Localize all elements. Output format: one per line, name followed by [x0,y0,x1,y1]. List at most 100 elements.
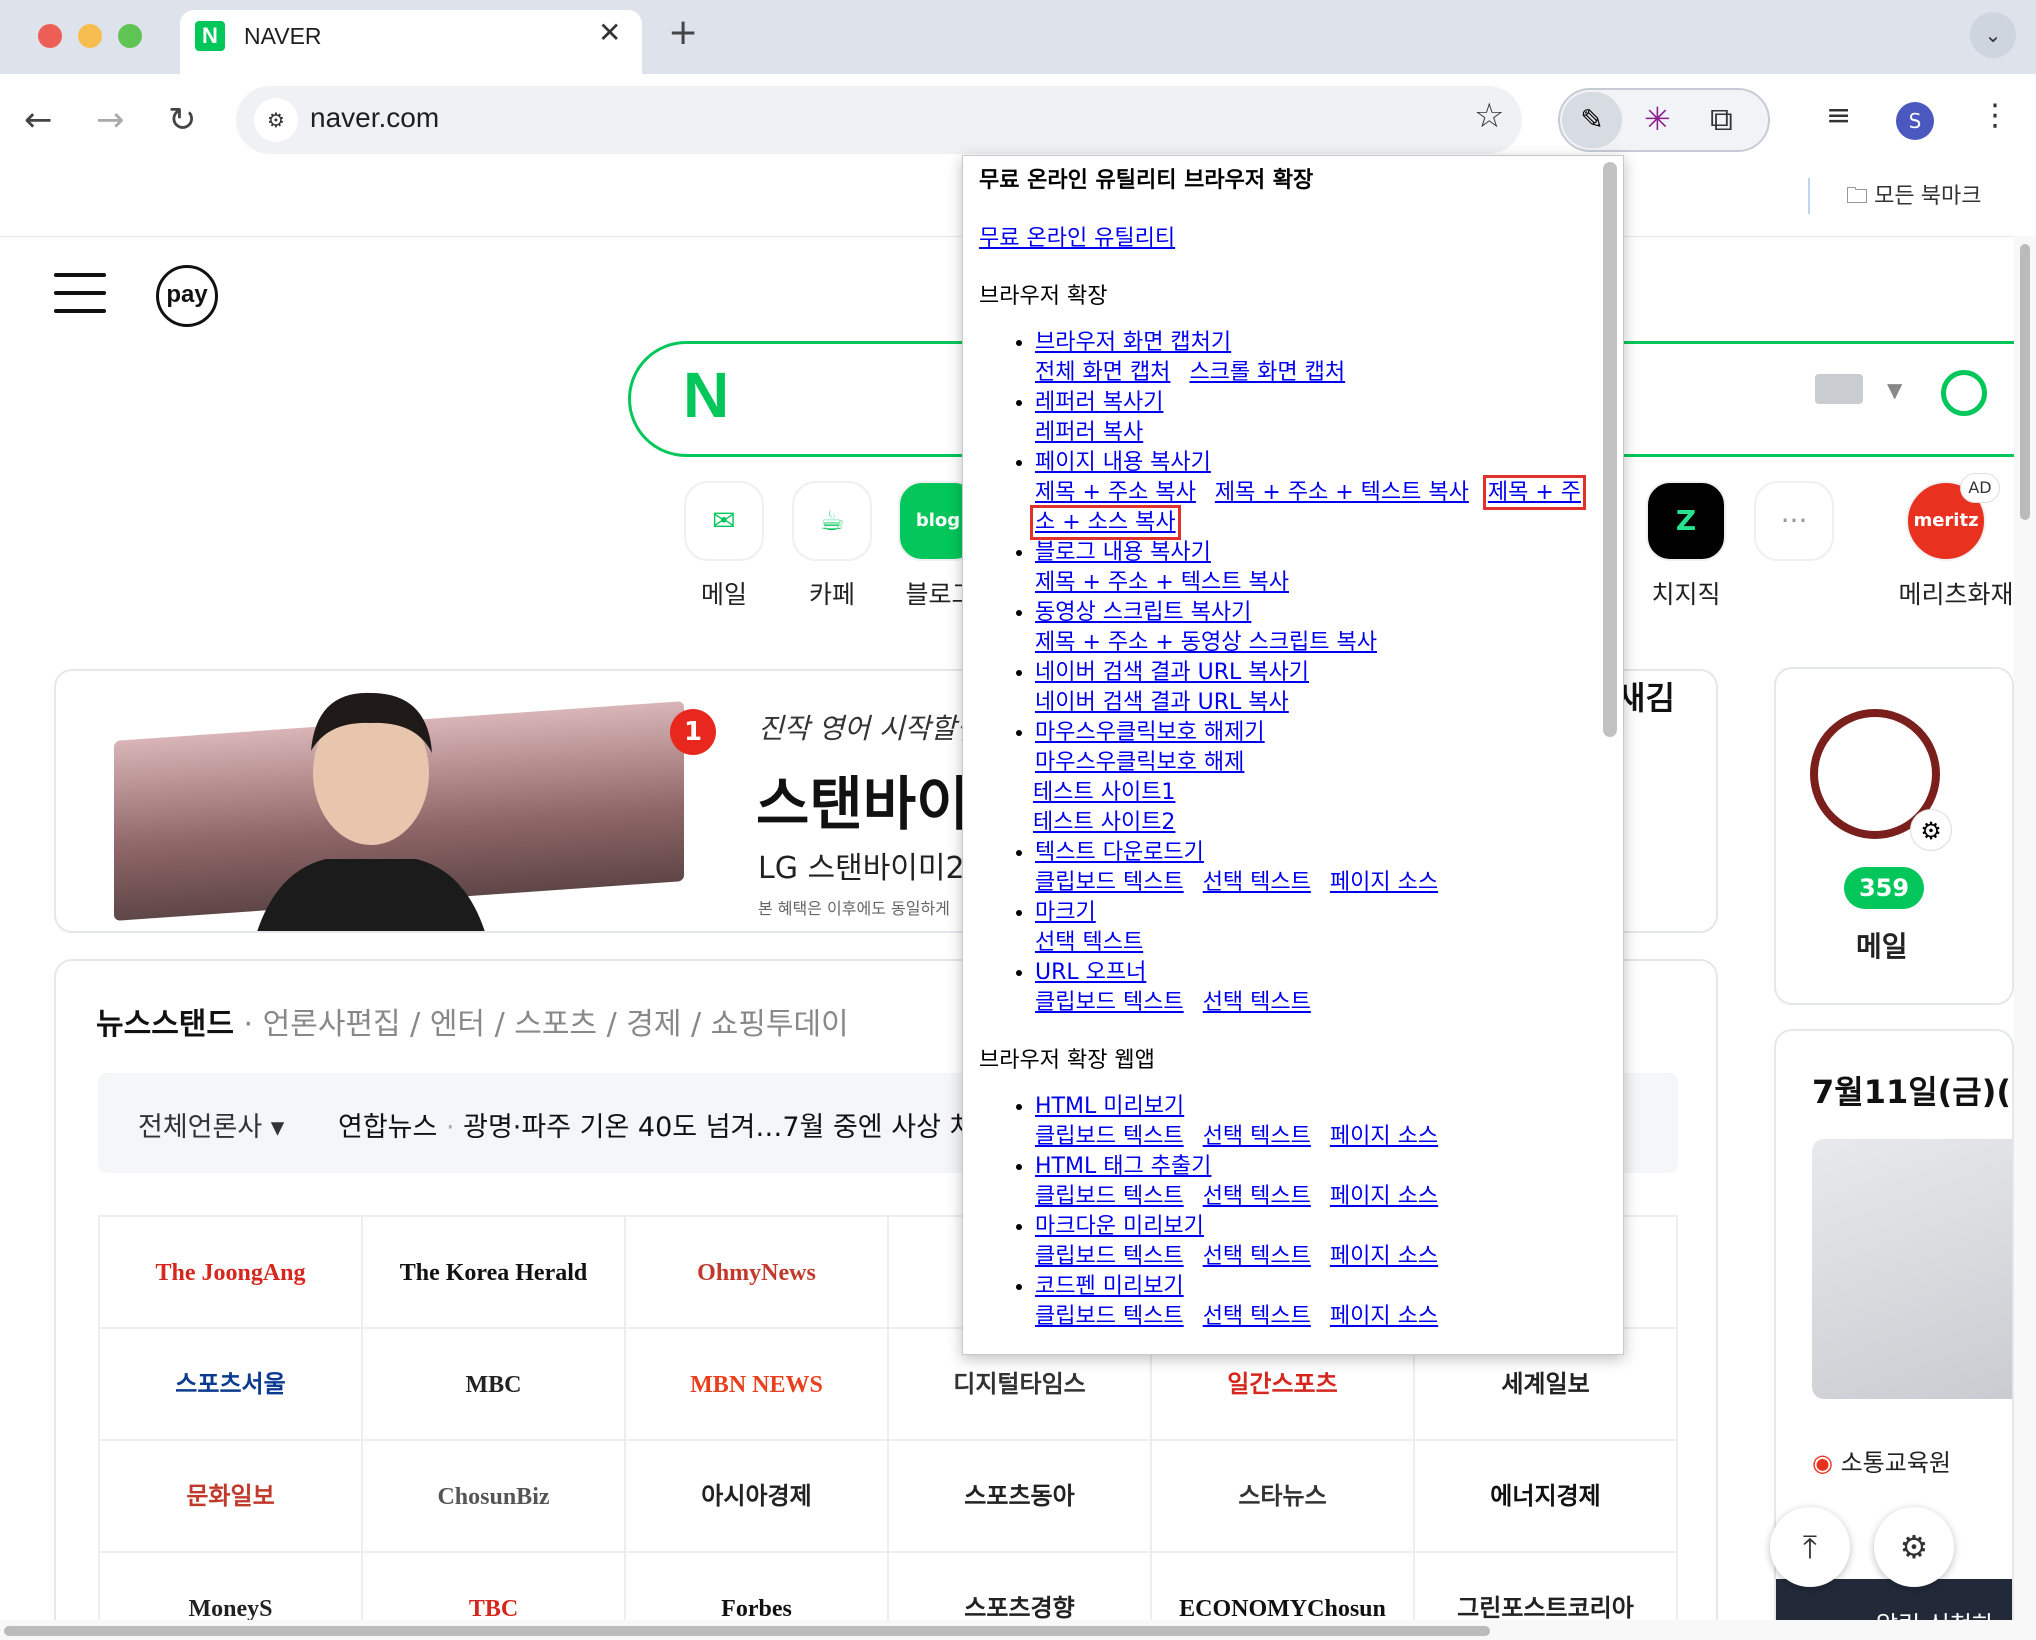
new-tab-button[interactable]: + [668,12,698,53]
popup-sub-link[interactable]: 페이지 소스 [1330,1304,1438,1329]
naver-pay-button[interactable]: pay [156,265,218,327]
popup-sub-link[interactable]: 네이버 검색 결과 URL 복사 [1035,690,1289,715]
org-name[interactable]: ◉ 소통교육원 [1812,1443,1951,1478]
tab-sports[interactable]: 스포츠 [514,1007,597,1042]
popup-sub-link[interactable]: 테스트 사이트1 [1033,778,1577,808]
popup-item-link[interactable]: 레퍼러 복사기 [1035,390,1163,415]
chzzk-shortcut-icon[interactable]: Z [1646,481,1726,561]
popup-sub-link[interactable]: 클립보드 텍스트 [1035,1304,1184,1329]
popup-item-link[interactable]: 블로그 내용 복사기 [1035,540,1211,565]
popup-item-link[interactable]: 마크다운 미리보기 [1035,1214,1204,1239]
popup-sub-link[interactable]: 선택 텍스트 [1203,990,1311,1015]
popup-scrollbar[interactable] [1603,162,1617,737]
bookmark-star-icon[interactable]: ☆ [1474,96,1504,136]
press-logo[interactable]: ChosunBiz [363,1441,626,1553]
cafe-shortcut-icon[interactable]: ☕ [792,481,872,561]
popup-sub-link[interactable]: 페이지 소스 [1330,870,1438,895]
popup-item-link[interactable]: 브라우저 화면 캡처기 [1035,330,1231,355]
minimize-window-button[interactable] [78,24,102,48]
press-logo[interactable]: The JoongAng [100,1217,363,1329]
popup-sub-link[interactable]: 전체 화면 캡처 [1035,360,1170,385]
mail-link[interactable]: 메일 [1856,925,1908,965]
hamburger-menu-icon[interactable] [54,273,106,313]
event-photo[interactable] [1812,1139,2012,1399]
popup-sub-link[interactable]: 제목 + 주소 + 텍스트 복사 [1035,570,1289,595]
popup-sub-link[interactable]: 클립보드 텍스트 [1035,990,1184,1015]
scroll-top-icon[interactable]: ⤒ [1770,1507,1850,1587]
press-logo[interactable]: MBN NEWS [626,1329,889,1441]
settings-gear-icon[interactable]: ⚙ [1910,809,1952,851]
keyboard-icon[interactable] [1815,374,1863,404]
press-logo[interactable]: 그린포스트코리아 [1415,1553,1678,1620]
tab-economy[interactable]: 경제 [626,1007,681,1042]
address-bar[interactable]: ⚙ naver.com ☆ [236,86,1522,154]
mail-shortcut-icon[interactable]: ✉ [684,481,764,561]
popup-sub-link[interactable]: 테스트 사이트2 [1033,808,1577,838]
popup-sub-link[interactable]: 클립보드 텍스트 [1035,1124,1184,1149]
site-settings-icon[interactable]: ⚙ [254,98,298,142]
popup-sub-link[interactable]: 선택 텍스트 [1035,930,1143,955]
close-tab-icon[interactable]: ✕ [598,16,621,49]
popup-sub-link[interactable]: 선택 텍스트 [1203,1304,1311,1329]
press-logo[interactable]: Forbes [626,1553,889,1620]
popup-sub-link[interactable]: 클립보드 텍스트 [1035,1184,1184,1209]
popup-sub-link[interactable]: 페이지 소스 [1330,1184,1438,1209]
cafe-shortcut-label[interactable]: 카페 [772,575,892,611]
press-logo[interactable]: 스포츠동아 [889,1441,1152,1553]
meritz-shortcut-label[interactable]: 메리츠화재 [1886,575,2014,611]
active-tab[interactable]: N NAVER ✕ [180,10,642,74]
more-shortcuts-icon[interactable]: ··· [1754,481,1834,561]
press-logo[interactable]: 에너지경제 [1415,1441,1678,1553]
popup-sub-link[interactable]: 선택 텍스트 [1203,870,1311,895]
press-logo[interactable]: 문화일보 [100,1441,363,1553]
media-control-icon[interactable]: ≡ [1826,98,1851,133]
tab-shopping[interactable]: 쇼핑투데이 [711,1007,849,1042]
press-logo[interactable]: ECONOMYChosun [1152,1553,1415,1620]
press-logo[interactable]: TBC [363,1553,626,1620]
chzzk-shortcut-label[interactable]: 치지직 [1626,575,1746,611]
popup-sub-link[interactable]: 페이지 소스 [1330,1124,1438,1149]
reload-icon[interactable]: ↻ [168,100,197,140]
vertical-scroll-thumb[interactable] [2020,244,2030,520]
popup-sub-link[interactable]: 선택 텍스트 [1203,1184,1311,1209]
press-select[interactable]: 전체언론사 ▾ [138,1105,284,1144]
popup-sub-link[interactable]: 선택 텍스트 [1203,1244,1311,1269]
popup-item-link[interactable]: HTML 미리보기 [1035,1094,1184,1119]
settings-gear-icon[interactable]: ⚙ [1874,1507,1954,1587]
popup-sub-link[interactable]: 제목 + 주소 + 텍스트 복사 [1215,480,1469,505]
popup-sub-link[interactable]: 마우스우클릭보호 해제 [1035,750,1244,775]
tab-search-chevron-icon[interactable]: ⌄ [1970,12,2016,58]
popup-sub-link[interactable]: 레퍼러 복사 [1035,420,1143,445]
back-arrow-icon[interactable]: ← [24,100,53,140]
all-bookmarks-button[interactable]: 🗀 모든 북마크 [1846,178,1981,218]
press-logo[interactable]: 스타뉴스 [1152,1441,1415,1553]
press-logo[interactable]: 스포츠경향 [889,1553,1152,1620]
popup-item-link[interactable]: 텍스트 다운로드기 [1035,840,1204,865]
popup-sub-link[interactable]: 클립보드 텍스트 [1035,1244,1184,1269]
popup-item-link[interactable]: URL 오프너 [1035,960,1146,985]
puzzle-extensions-icon[interactable]: ⧉ [1710,100,1733,139]
press-logo[interactable]: MoneyS [100,1553,363,1620]
press-logo[interactable]: The Korea Herald [363,1217,626,1329]
sparkle-extension-icon[interactable]: ✳ [1644,100,1671,138]
caret-down-icon[interactable]: ▼ [1887,378,1902,402]
popup-sub-link[interactable]: 스크롤 화면 캡처 [1189,360,1345,385]
tab-press-edit[interactable]: 언론사편집 [263,1007,401,1042]
search-icon[interactable] [1941,370,1987,416]
popup-sub-link[interactable]: 선택 텍스트 [1203,1124,1311,1149]
press-logo[interactable]: 스포츠서울 [100,1329,363,1441]
popup-item-link[interactable]: 동영상 스크립트 복사기 [1035,600,1251,625]
close-window-button[interactable] [38,24,62,48]
zoom-window-button[interactable] [118,24,142,48]
popup-sub-link[interactable]: 제목 + 주소 + 동영상 스크립트 복사 [1035,630,1377,655]
horizontal-scrollbar[interactable] [0,1620,2036,1640]
horizontal-scroll-thumb[interactable] [4,1626,1490,1636]
tab-newsstand[interactable]: 뉴스스탠드 [96,1007,234,1042]
press-logo[interactable]: MBC [363,1329,626,1441]
press-logo[interactable]: 아시아경제 [626,1441,889,1553]
popup-item-link[interactable]: 페이지 내용 복사기 [1035,450,1211,475]
news-headline[interactable]: 연합뉴스 · 광명·파주 기온 40도 넘겨…7월 중엔 사상 처 [338,1105,974,1144]
more-menu-icon[interactable]: ⋮ [1980,98,2010,133]
press-logo[interactable]: OhmyNews [626,1217,889,1329]
url-text[interactable]: naver.com [310,102,439,134]
